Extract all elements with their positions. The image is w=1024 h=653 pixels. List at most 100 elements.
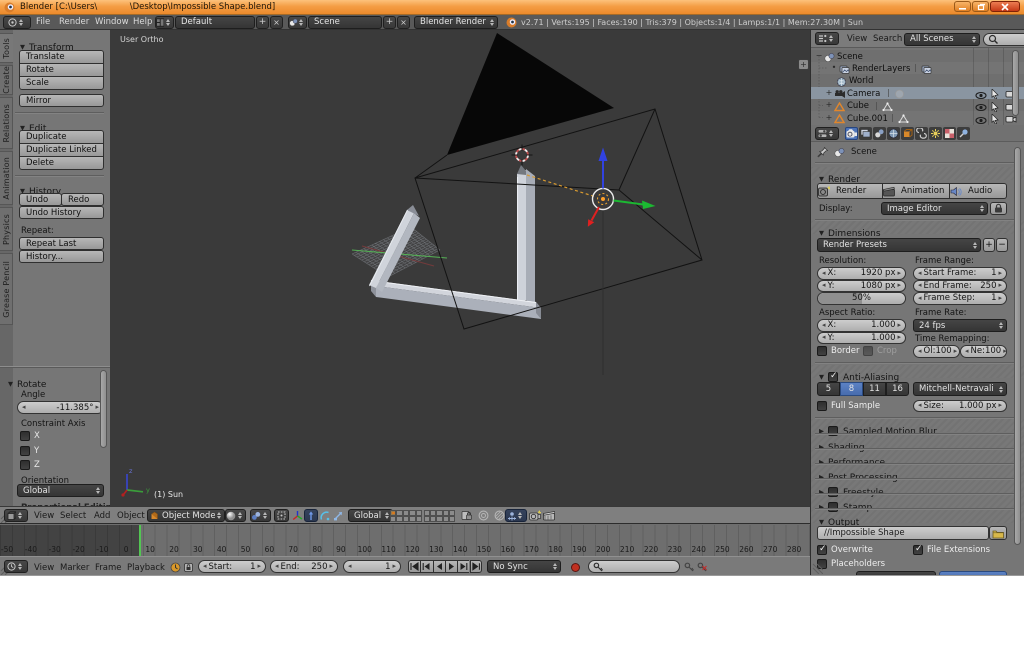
increment-icon[interactable]: ▸ bbox=[998, 282, 1002, 289]
decrement-icon[interactable]: ◂ bbox=[918, 295, 922, 302]
outliner-menu-view[interactable]: View bbox=[847, 34, 867, 44]
v3d-menu-add[interactable]: Add bbox=[94, 511, 110, 521]
increment-icon[interactable]: ▸ bbox=[257, 563, 261, 570]
outliner-filter-select[interactable]: All Scenes bbox=[904, 33, 980, 46]
decrement-icon[interactable]: ◂ bbox=[965, 348, 969, 355]
snap-element-select[interactable] bbox=[505, 509, 527, 522]
render-button[interactable]: Render bbox=[817, 183, 883, 199]
mirror-button[interactable]: Mirror bbox=[19, 94, 104, 107]
outliner-menu-search[interactable]: Search bbox=[873, 34, 902, 44]
region-expand-button[interactable]: + bbox=[798, 59, 809, 70]
pin-icon[interactable] bbox=[817, 146, 829, 158]
selectability-toggle[interactable] bbox=[990, 113, 1000, 126]
outliner-row-cube[interactable]: +Cube| bbox=[811, 99, 1024, 111]
browse-output-button[interactable] bbox=[989, 526, 1007, 540]
v3d-menu-view[interactable]: View bbox=[34, 511, 54, 521]
rotate-button[interactable]: Rotate bbox=[19, 63, 104, 76]
opengl-anim-button[interactable] bbox=[542, 509, 556, 522]
next-keyframe-button[interactable] bbox=[457, 560, 469, 573]
pivot-point-select[interactable] bbox=[250, 509, 271, 522]
screen-layout-icon-button[interactable] bbox=[155, 16, 174, 29]
tl-menu-playback[interactable]: Playback bbox=[127, 563, 165, 573]
translate-button[interactable]: Translate bbox=[19, 50, 104, 63]
close-button[interactable] bbox=[990, 1, 1020, 12]
aspect-x-field[interactable]: ◂X:1.000▸ bbox=[817, 319, 906, 332]
props-tab-object[interactable] bbox=[901, 127, 914, 140]
props-tab-scene[interactable] bbox=[873, 127, 886, 140]
full-sample-checkbox[interactable]: Full Sample bbox=[817, 401, 880, 411]
file-extensions-checkbox[interactable]: File Extensions bbox=[913, 545, 990, 555]
shelf-tab-physics[interactable]: Physics bbox=[0, 207, 13, 251]
axes-widget-button[interactable] bbox=[291, 509, 304, 522]
add-preset-button[interactable]: + bbox=[983, 238, 995, 252]
prev-keyframe-button[interactable] bbox=[420, 560, 432, 573]
delete-layout-button[interactable]: × bbox=[270, 16, 283, 29]
editor-type-3dview-button[interactable] bbox=[4, 509, 28, 522]
delete-keyframe-button[interactable] bbox=[695, 561, 708, 574]
undo-history-button[interactable]: Undo History bbox=[19, 206, 104, 219]
snap-toggle[interactable] bbox=[492, 509, 506, 522]
layer-cell[interactable] bbox=[416, 516, 422, 522]
aa-size-field[interactable]: ◂Size:1.000 px▸ bbox=[913, 400, 1007, 413]
editor-type-outliner-button[interactable] bbox=[815, 32, 839, 45]
panel-operator-rotate[interactable]: ▼Rotate bbox=[8, 372, 46, 391]
current-frame-indicator[interactable] bbox=[139, 525, 141, 557]
remove-preset-button[interactable]: − bbox=[996, 238, 1008, 252]
v3d-menu-select[interactable]: Select bbox=[60, 511, 86, 521]
timeline-canvas[interactable]: -50-40-30-20-100102030405060708090100110… bbox=[0, 523, 810, 556]
expander-plus-icon[interactable]: + bbox=[825, 88, 833, 97]
border-checkbox[interactable]: Border bbox=[817, 346, 860, 356]
checkbox-icon[interactable] bbox=[20, 446, 30, 456]
decrement-icon[interactable]: ◂ bbox=[822, 322, 826, 329]
cursor-3d[interactable] bbox=[512, 145, 533, 166]
panel-checkbox[interactable] bbox=[828, 372, 838, 382]
checkbox-icon[interactable] bbox=[20, 431, 30, 441]
display-select[interactable]: Image Editor bbox=[881, 202, 988, 215]
expander-dot-icon[interactable]: • bbox=[830, 63, 838, 72]
props-tab-texture[interactable] bbox=[943, 127, 956, 140]
minimize-button[interactable] bbox=[954, 1, 971, 12]
redo-button[interactable]: Redo bbox=[61, 193, 104, 206]
maximize-button[interactable] bbox=[972, 1, 989, 12]
duplicate-button[interactable]: Duplicate bbox=[19, 130, 104, 143]
aa-samples-16[interactable]: 16 bbox=[886, 382, 909, 396]
decrement-icon[interactable]: ◂ bbox=[275, 563, 279, 570]
keying-set-field[interactable] bbox=[588, 560, 680, 573]
decrement-icon[interactable]: ◂ bbox=[918, 270, 922, 277]
angle-field[interactable]: ◂-11.385°▸ bbox=[17, 401, 104, 414]
shelf-tab-create[interactable]: Create bbox=[0, 65, 13, 95]
increment-icon[interactable]: ▸ bbox=[998, 402, 1002, 409]
opengl-render-button[interactable] bbox=[528, 509, 542, 522]
aa-filter-select[interactable]: Mitchell-Netravali bbox=[913, 382, 1007, 396]
render-engine-select[interactable]: Blender Render bbox=[414, 16, 498, 29]
outliner-search-field[interactable] bbox=[983, 33, 1024, 46]
decrement-icon[interactable]: ◂ bbox=[918, 402, 922, 409]
sync-select[interactable]: No Sync bbox=[487, 560, 561, 573]
layer-cell[interactable] bbox=[449, 516, 455, 522]
checkbox-icon[interactable] bbox=[913, 545, 923, 555]
increment-icon[interactable]: ▸ bbox=[95, 404, 99, 411]
menu-window[interactable]: Window bbox=[95, 17, 129, 27]
placeholders-checkbox[interactable]: Placeholders bbox=[817, 559, 885, 569]
transform-orientation-select[interactable]: Global bbox=[348, 509, 393, 522]
manipulator-z-arrow[interactable] bbox=[599, 148, 608, 189]
props-tab-world[interactable] bbox=[887, 127, 900, 140]
props-tab-render-layers[interactable] bbox=[859, 127, 872, 140]
increment-icon[interactable]: ▸ bbox=[329, 563, 333, 570]
increment-icon[interactable]: ▸ bbox=[1003, 348, 1007, 355]
3d-canvas[interactable]: zyUser Ortho(1) Sun+ bbox=[110, 30, 810, 506]
props-tab-object-data[interactable] bbox=[929, 127, 942, 140]
frame-rate-select[interactable]: 24 fps bbox=[913, 319, 1007, 332]
frame-step-field[interactable]: ◂Frame Step:1▸ bbox=[913, 292, 1007, 305]
resolution-percentage-slider[interactable]: 50% bbox=[817, 292, 906, 305]
toolshelf-scrollbar[interactable] bbox=[100, 370, 107, 448]
manipulator-toggle[interactable] bbox=[274, 509, 289, 522]
overwrite-checkbox[interactable]: Overwrite bbox=[817, 545, 873, 555]
constraint-axis-y[interactable]: Y bbox=[20, 446, 39, 456]
aa-samples-5[interactable]: 5 bbox=[817, 382, 840, 396]
end-frame-field[interactable]: ◂End:250▸ bbox=[270, 560, 338, 573]
tl-menu-marker[interactable]: Marker bbox=[60, 563, 89, 573]
crop-checkbox[interactable]: Crop bbox=[863, 346, 897, 356]
outliner-row-scene[interactable]: −Scene bbox=[811, 50, 1024, 62]
use-preview-range-button[interactable] bbox=[169, 561, 182, 574]
